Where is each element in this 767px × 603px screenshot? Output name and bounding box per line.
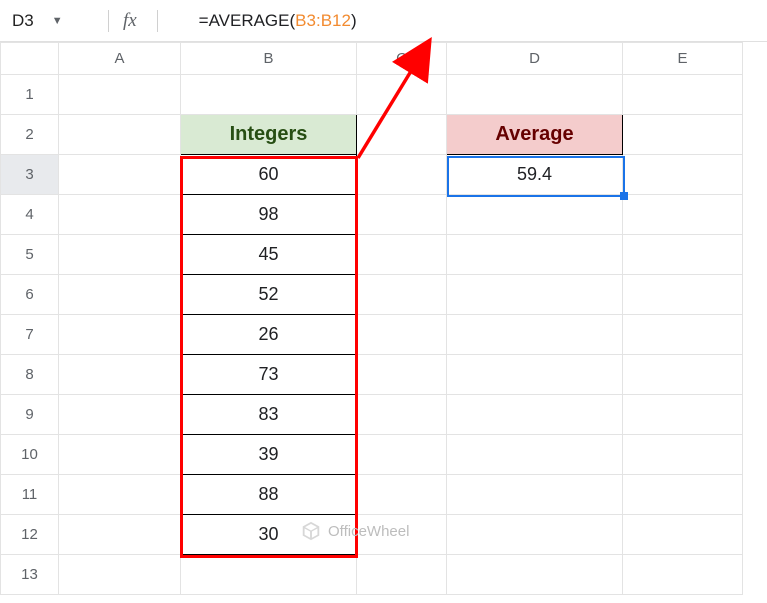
row-header-2[interactable]: 2: [1, 115, 59, 155]
cell[interactable]: [357, 75, 447, 115]
header-integers[interactable]: Integers: [181, 115, 357, 155]
divider: [157, 10, 158, 32]
col-header-b[interactable]: B: [181, 43, 357, 75]
cell[interactable]: [623, 315, 743, 355]
cell[interactable]: [357, 355, 447, 395]
cell[interactable]: [447, 555, 623, 595]
cell[interactable]: [59, 555, 181, 595]
cell[interactable]: [447, 75, 623, 115]
row-header-12[interactable]: 12: [1, 515, 59, 555]
cell[interactable]: [357, 555, 447, 595]
cell[interactable]: [623, 235, 743, 275]
cell[interactable]: [623, 475, 743, 515]
cell-b6[interactable]: 52: [181, 275, 357, 315]
row-header-10[interactable]: 10: [1, 435, 59, 475]
cell-d3[interactable]: 59.4: [447, 155, 623, 195]
cell[interactable]: [59, 435, 181, 475]
select-all-corner[interactable]: [1, 43, 59, 75]
cell[interactable]: [447, 195, 623, 235]
header-average[interactable]: Average: [447, 115, 623, 155]
col-header-e[interactable]: E: [623, 43, 743, 75]
row-header-1[interactable]: 1: [1, 75, 59, 115]
name-box-dropdown-icon[interactable]: ▼: [52, 15, 63, 27]
name-box-value: D3: [12, 11, 34, 31]
cell-b3[interactable]: 60: [181, 155, 357, 195]
cell[interactable]: [59, 75, 181, 115]
cell[interactable]: [59, 355, 181, 395]
cell[interactable]: [623, 75, 743, 115]
cell[interactable]: [623, 435, 743, 475]
selection-handle[interactable]: [620, 192, 628, 200]
col-header-a[interactable]: A: [59, 43, 181, 75]
row-header-5[interactable]: 5: [1, 235, 59, 275]
formula-close: ): [351, 11, 357, 30]
row-header-7[interactable]: 7: [1, 315, 59, 355]
cell[interactable]: [447, 315, 623, 355]
cell-b9[interactable]: 83: [181, 395, 357, 435]
cell[interactable]: [623, 195, 743, 235]
cell[interactable]: [623, 555, 743, 595]
cell[interactable]: [447, 355, 623, 395]
row-header-6[interactable]: 6: [1, 275, 59, 315]
cell[interactable]: [59, 115, 181, 155]
cell[interactable]: [59, 235, 181, 275]
cell[interactable]: [59, 515, 181, 555]
cell[interactable]: [59, 155, 181, 195]
cell[interactable]: [59, 315, 181, 355]
cell-b11[interactable]: 88: [181, 475, 357, 515]
cell[interactable]: [623, 155, 743, 195]
cell[interactable]: [447, 435, 623, 475]
cell[interactable]: [623, 115, 743, 155]
cell[interactable]: [357, 395, 447, 435]
cell-b5[interactable]: 45: [181, 235, 357, 275]
cell[interactable]: [59, 195, 181, 235]
cell-b10[interactable]: 39: [181, 435, 357, 475]
cell[interactable]: [357, 235, 447, 275]
spreadsheet-grid[interactable]: A B C D E 1 2 Integers Average 3 60 59.4…: [0, 42, 767, 603]
cell[interactable]: [623, 515, 743, 555]
formula-range: B3:B12: [295, 11, 351, 30]
row-header-9[interactable]: 9: [1, 395, 59, 435]
cell[interactable]: [357, 475, 447, 515]
cell-b12[interactable]: 30: [181, 515, 357, 555]
cell[interactable]: [447, 475, 623, 515]
cell[interactable]: [623, 395, 743, 435]
row-header-13[interactable]: 13: [1, 555, 59, 595]
cell[interactable]: [181, 555, 357, 595]
cell[interactable]: [357, 115, 447, 155]
cell[interactable]: [357, 515, 447, 555]
row-header-3[interactable]: 3: [1, 155, 59, 195]
formula-func: AVERAGE: [209, 11, 290, 30]
cell-b7[interactable]: 26: [181, 315, 357, 355]
col-header-d[interactable]: D: [447, 43, 623, 75]
cell[interactable]: [447, 275, 623, 315]
cell[interactable]: [447, 515, 623, 555]
cell[interactable]: [59, 395, 181, 435]
cell[interactable]: [59, 275, 181, 315]
cell[interactable]: [357, 195, 447, 235]
cell[interactable]: [357, 315, 447, 355]
cell[interactable]: [447, 395, 623, 435]
col-header-c[interactable]: C: [357, 43, 447, 75]
fx-icon: fx: [123, 10, 137, 32]
row-header-4[interactable]: 4: [1, 195, 59, 235]
cell[interactable]: [623, 275, 743, 315]
divider: [108, 10, 109, 32]
cell[interactable]: [59, 475, 181, 515]
formula-bar: D3 ▼ fx =AVERAGE(B3:B12): [0, 0, 767, 42]
name-box[interactable]: D3 ▼: [0, 11, 98, 31]
row-header-8[interactable]: 8: [1, 355, 59, 395]
cell-b8[interactable]: 73: [181, 355, 357, 395]
cell[interactable]: [181, 75, 357, 115]
cell[interactable]: [357, 155, 447, 195]
cell[interactable]: [447, 235, 623, 275]
cell[interactable]: [357, 435, 447, 475]
formula-eq: =: [199, 11, 209, 30]
cell[interactable]: [357, 275, 447, 315]
cell-b4[interactable]: 98: [181, 195, 357, 235]
cell[interactable]: [623, 355, 743, 395]
row-header-11[interactable]: 11: [1, 475, 59, 515]
